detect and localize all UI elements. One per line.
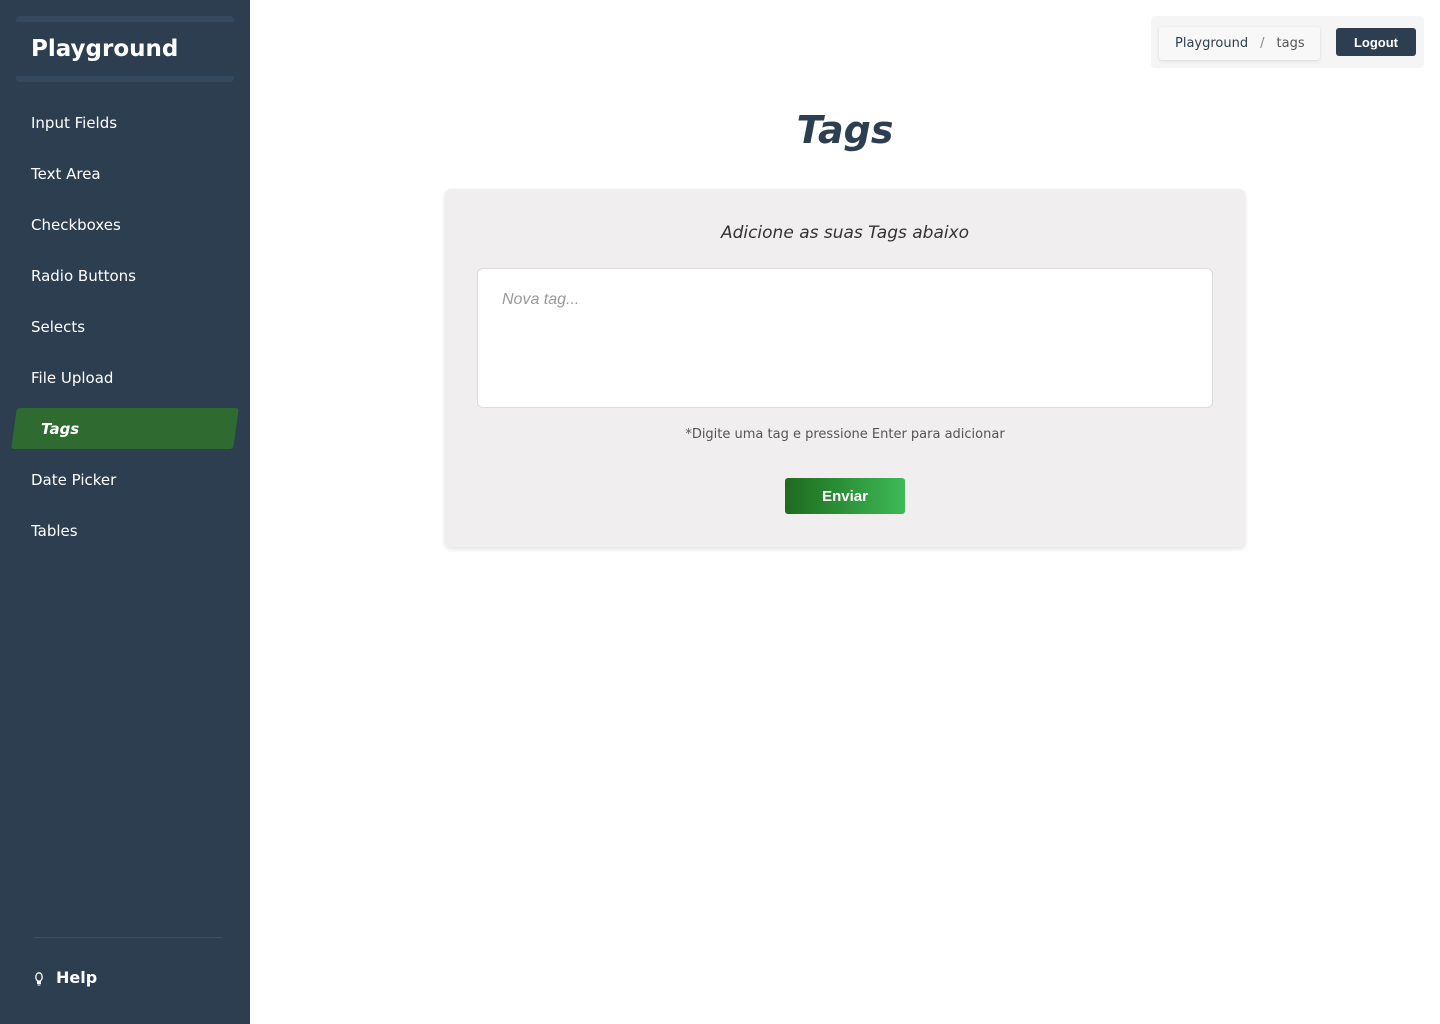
- card-subtitle: Adicione as suas Tags abaixo: [720, 223, 970, 243]
- breadcrumb-current: tags: [1276, 36, 1305, 51]
- brand[interactable]: Playground: [16, 16, 234, 82]
- sidebar-item-file-upload[interactable]: File Upload: [31, 369, 113, 387]
- brand-title: Playground: [31, 36, 179, 62]
- sidebar-item-tags[interactable]: Tags: [41, 420, 79, 438]
- tag-input[interactable]: [477, 268, 1213, 408]
- breadcrumb-root[interactable]: Playground: [1175, 36, 1248, 51]
- tags-card: Adicione as suas Tags abaixo *Digite uma…: [445, 189, 1245, 547]
- sidebar: Playground Input Fields Text Area Checkb…: [0, 0, 250, 1024]
- sidebar-item-radio-buttons[interactable]: Radio Buttons: [31, 267, 136, 285]
- sidebar-item-tables[interactable]: Tables: [31, 522, 78, 540]
- help-link[interactable]: Help: [34, 968, 97, 987]
- page-title: Tags: [796, 108, 894, 152]
- sidebar-item-text-area[interactable]: Text Area: [31, 165, 101, 183]
- input-hint: *Digite uma tag e pressione Enter para a…: [685, 427, 1005, 442]
- help-label: Help: [56, 968, 98, 987]
- logout-button[interactable]: Logout: [1336, 28, 1416, 56]
- sidebar-item-selects[interactable]: Selects: [31, 318, 85, 336]
- sidebar-item-input-fields[interactable]: Input Fields: [31, 114, 117, 132]
- submit-button[interactable]: Enviar: [785, 478, 905, 514]
- sidebar-divider: [34, 937, 222, 938]
- sidebar-item-checkboxes[interactable]: Checkboxes: [31, 216, 121, 234]
- sidebar-item-date-picker[interactable]: Date Picker: [31, 471, 116, 489]
- breadcrumb: Playground / tags: [1159, 27, 1320, 60]
- breadcrumb-separator: /: [1260, 36, 1265, 51]
- lightbulb-icon: [34, 970, 44, 986]
